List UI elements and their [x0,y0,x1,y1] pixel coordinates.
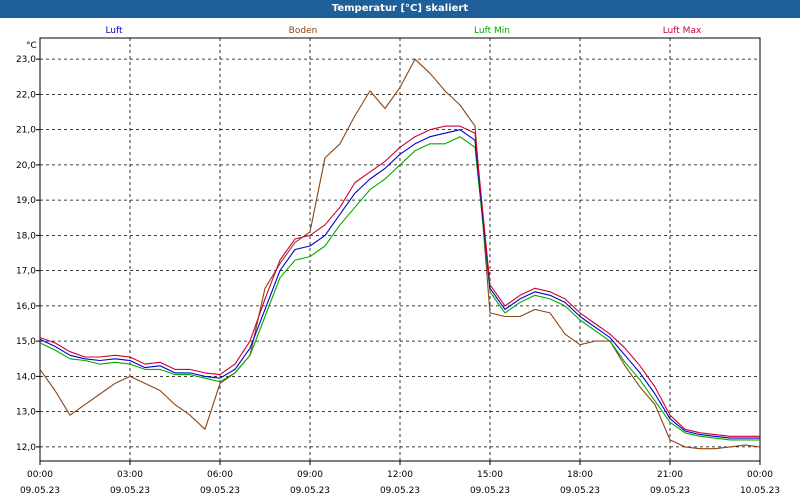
temperature-chart: 12,0 13,0 14,0 15,0 16,0 17,0 18,0 19,0 20,0 21,0… [16,26,780,496]
y-tick-label: 14,0 [16,372,36,382]
y-tick-label: 19,0 [16,196,36,206]
y-tick-label: 22,0 [16,90,36,100]
x-tick-time-label: 06:00 [207,470,233,480]
y-axis-unit: °C [26,41,37,51]
y-tick-label: 17,0 [16,267,36,277]
legend-item-boden: Boden [289,26,318,36]
x-tick-date-label: 09.05.23 [290,486,330,496]
x-tick-time-label: 00:00 [27,470,53,480]
x-tick-time-label: 21:00 [657,470,683,480]
y-tick-label: 12,0 [16,443,36,453]
x-tick-time-label: 00:00 [747,470,773,480]
x-tick-date-label: 09.05.23 [470,486,510,496]
x-tick-date-label: 10.05.23 [740,486,780,496]
legend-item-luft-max: Luft Max [663,26,702,36]
x-tick-date-label: 09.05.23 [560,486,600,496]
y-tick-label: 21,0 [16,126,36,136]
x-tick-labels: 00:00 09.05.23 03:00 09.05.23 06:00 09.05.23 0… [20,470,780,496]
legend-item-luft: Luft [105,26,123,36]
x-tick-time-label: 09:00 [297,470,323,480]
x-tick-time-label: 18:00 [567,470,593,480]
y-tick-label: 20,0 [16,161,36,171]
y-tick-label: 13,0 [16,408,36,418]
y-tick-label: 16,0 [16,302,36,312]
x-tick-time-label: 15:00 [477,470,503,480]
y-tick-labels: 12,0 13,0 14,0 15,0 16,0 17,0 18,0 19,0 20,0 21,0… [16,55,36,453]
legend: Luft Boden Luft Min Luft Max [105,26,702,36]
series-line-luft [39,129,760,439]
x-tick-date-label: 09.05.23 [380,486,420,496]
y-tick-label: 23,0 [16,55,36,65]
legend-item-luft-min: Luft Min [474,26,510,36]
x-tick-date-label: 09.05.23 [650,486,690,496]
x-tick-time-label: 12:00 [387,470,413,480]
x-tick-date-label: 09.05.23 [200,486,240,496]
x-tick-time-label: 03:00 [117,470,143,480]
x-tick-date-label: 09.05.23 [110,486,150,496]
y-tick-label: 15,0 [16,337,36,347]
x-tick-date-label: 09.05.23 [20,486,60,496]
y-tick-label: 18,0 [16,231,36,241]
